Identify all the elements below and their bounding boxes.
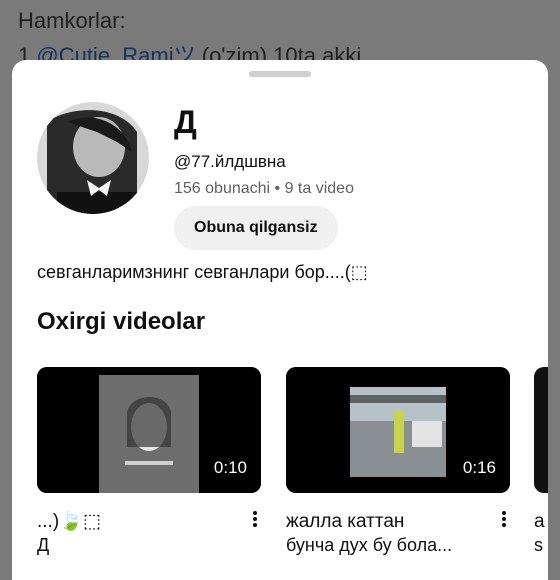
video-title[interactable]: a [534, 509, 548, 534]
more-vert-icon[interactable] [249, 509, 261, 531]
video-thumbnail[interactable]: 0:10 [37, 367, 261, 493]
avatar-image [37, 102, 149, 214]
subscribed-button[interactable]: Obuna qilgansiz [174, 206, 338, 250]
video-title[interactable]: ...)🍃⬚ [37, 509, 247, 534]
background-title: Hamkorlar: [18, 8, 126, 33]
video-channel: Д [37, 535, 50, 555]
channel-avatar[interactable] [37, 102, 149, 214]
channel-bottom-sheet: Д @77.йлдшвна 156 obunachi • 9 ta video … [12, 60, 548, 580]
video-duration: 0:10 [207, 455, 253, 481]
video-thumbnail[interactable]: 0:16 [286, 367, 510, 493]
video-card[interactable]: 0:10 ...)🍃⬚ Д [37, 367, 261, 555]
channel-description[interactable]: севганларимзнинг севганлари бор....(⬚ [37, 262, 368, 283]
sheet-drag-handle[interactable] [249, 71, 311, 77]
video-channel: s [534, 535, 543, 555]
video-channel: бунча дух бу бола... [286, 535, 453, 555]
video-card[interactable]: a s [534, 367, 548, 555]
recent-videos-heading: Oxirgi videolar [37, 308, 206, 335]
video-duration: 0:16 [456, 455, 502, 481]
channel-stats: 156 obunachi • 9 ta video [174, 180, 354, 197]
more-vert-icon[interactable] [498, 509, 510, 531]
channel-name: Д [174, 104, 197, 140]
video-card[interactable]: 0:16 жалла каттан бунча дух бу бола... [286, 367, 510, 555]
channel-handle: @77.йлдшвна [174, 152, 286, 171]
video-title[interactable]: жалла каттан [286, 509, 496, 534]
video-thumbnail[interactable] [534, 367, 548, 493]
